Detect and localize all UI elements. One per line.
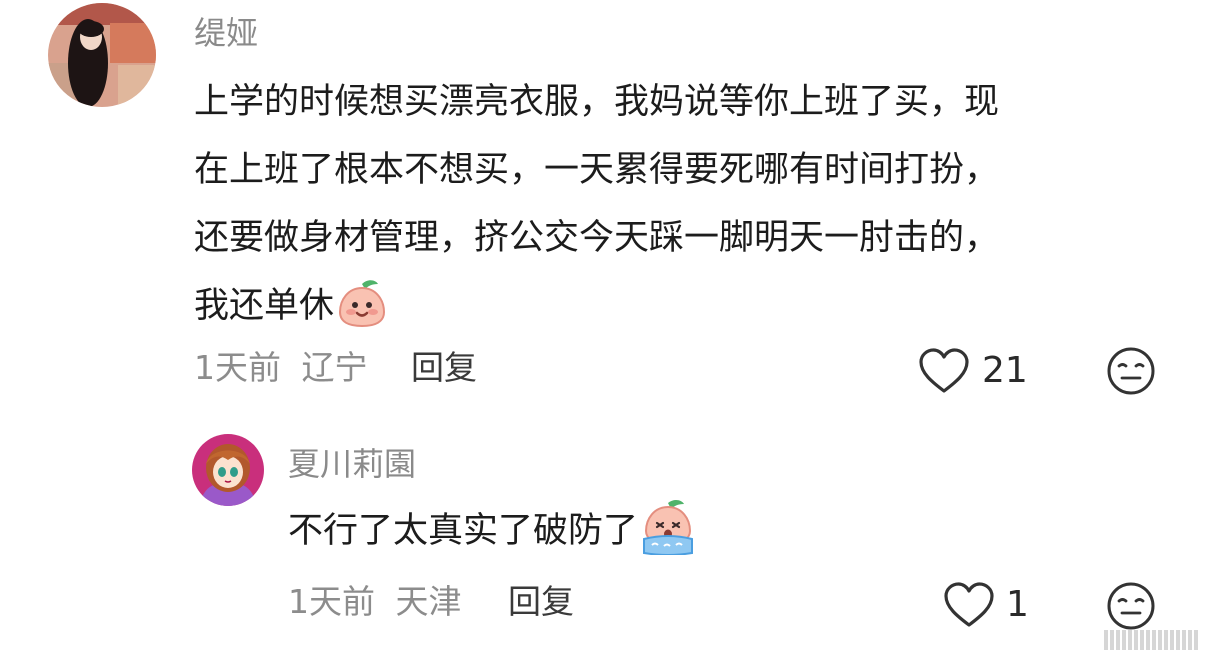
comment-line-last: 不行了太真实了破防了	[288, 499, 696, 563]
comment-meta: 1天前 天津	[288, 580, 462, 624]
comment-line-text: 不行了太真实了破防了	[288, 511, 639, 551]
comment-2: 夏川莉園 不行了太真实了破防了 1天前 天津 回复 1	[0, 0, 1206, 660]
comment-time: 1天前	[288, 582, 375, 621]
reply-button[interactable]: 回复	[508, 580, 574, 624]
avatar-xiachuan[interactable]	[192, 434, 264, 506]
comment-text: 不行了太真实了破防了	[288, 499, 696, 563]
username[interactable]: 夏川莉園	[288, 442, 416, 486]
watermark-bars	[1104, 630, 1198, 650]
avatar-image	[192, 434, 264, 506]
peach-crying-emoji	[640, 499, 696, 556]
comment-location: 天津	[395, 582, 462, 621]
expressionless-face-icon[interactable]	[1106, 581, 1156, 631]
heart-outline-icon[interactable]	[943, 581, 995, 629]
like-count: 1	[1006, 584, 1029, 625]
